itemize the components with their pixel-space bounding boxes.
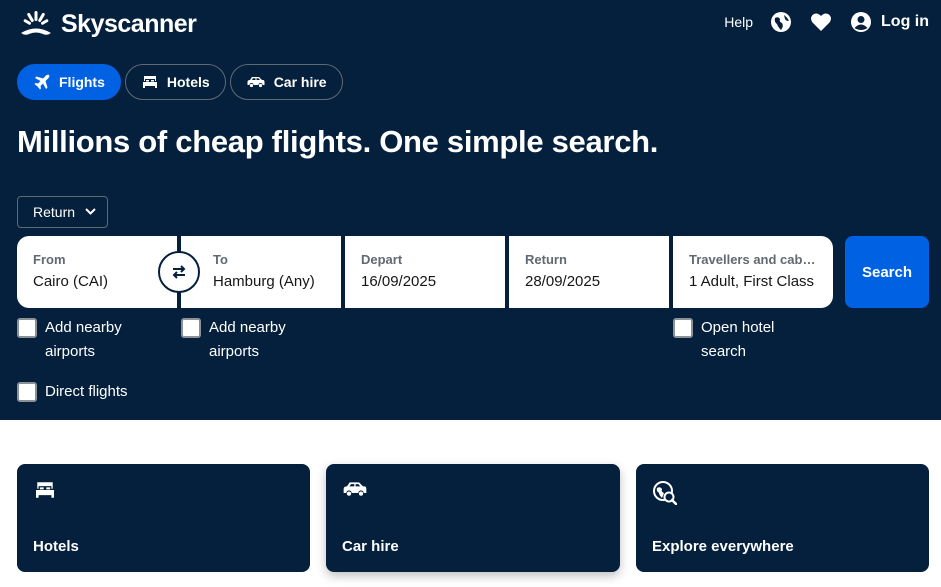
tab-flights-label: Flights xyxy=(59,74,105,90)
nearby-destination-label: Add nearby airports xyxy=(209,319,286,360)
origin-input[interactable]: Cairo (CAI) xyxy=(33,273,161,290)
nearby-destination-checkbox[interactable] xyxy=(181,318,201,338)
hotels-card-label: Hotels xyxy=(33,538,79,555)
product-tabs: Flights Hotels Car hire xyxy=(17,64,347,100)
tab-car-hire-label: Car hire xyxy=(273,74,327,90)
nearby-origin-checkbox-row[interactable]: Add nearby airports xyxy=(17,316,167,364)
travellers-label: Travellers and cabin class xyxy=(689,252,817,267)
destination-input[interactable]: Hamburg (Any) xyxy=(213,273,325,290)
login-label: Log in xyxy=(881,13,929,30)
origin-label: From xyxy=(33,252,66,267)
nearby-origin-label: Add nearby airports xyxy=(45,319,122,360)
search-button[interactable]: Search xyxy=(845,236,929,308)
hotel-search-label: Open hotel search xyxy=(701,319,775,360)
nearby-origin-checkbox[interactable] xyxy=(17,318,37,338)
depart-label: Depart xyxy=(361,252,403,267)
top-navigation: Help Log in xyxy=(724,10,929,34)
trip-type-select[interactable]: Return xyxy=(17,196,108,228)
hero-section: Skyscanner Help Log in Flights Hotels Ca… xyxy=(0,0,941,420)
return-field[interactable]: Return 28/09/2025 xyxy=(509,236,669,308)
account-icon xyxy=(849,10,873,34)
direct-flights-checkbox[interactable] xyxy=(17,382,37,402)
page-headline: Millions of cheap flights. One simple se… xyxy=(17,124,659,159)
destination-field[interactable]: To Hamburg (Any) xyxy=(181,236,341,308)
nearby-destination-checkbox-row[interactable]: Add nearby airports xyxy=(181,316,331,364)
tab-hotels-label: Hotels xyxy=(166,74,210,90)
trip-type-value: Return xyxy=(33,204,76,220)
origin-field[interactable]: From Cairo (CAI) xyxy=(17,236,177,308)
travellers-cabin-select[interactable]: 1 Adult, First Class xyxy=(689,273,817,290)
return-label: Return xyxy=(525,252,567,267)
brand-name: Skyscanner xyxy=(61,10,197,38)
car-icon xyxy=(343,481,367,502)
depart-field[interactable]: Depart 16/09/2025 xyxy=(345,236,505,308)
login-button[interactable]: Log in xyxy=(849,10,929,34)
return-date-input[interactable]: 28/09/2025 xyxy=(525,273,653,290)
depart-date-input[interactable]: 16/09/2025 xyxy=(361,273,489,290)
explore-everywhere-card[interactable]: Explore everywhere xyxy=(636,464,929,572)
tab-flights[interactable]: Flights xyxy=(17,64,121,100)
bed-icon xyxy=(34,481,56,504)
swap-arrows-icon xyxy=(172,265,186,279)
car-hire-card[interactable]: Car hire xyxy=(326,464,620,572)
bed-icon xyxy=(142,76,157,88)
globe-search-icon xyxy=(653,481,678,510)
hotels-card[interactable]: Hotels xyxy=(17,464,310,572)
hotel-search-checkbox[interactable] xyxy=(673,318,693,338)
help-link[interactable]: Help xyxy=(724,14,753,30)
swap-button[interactable] xyxy=(158,251,200,293)
direct-flights-label: Direct flights xyxy=(45,383,128,400)
direct-flights-checkbox-row[interactable]: Direct flights xyxy=(17,380,217,404)
skyscanner-logo[interactable]: Skyscanner xyxy=(17,8,197,39)
travellers-field[interactable]: Travellers and cabin class 1 Adult, Firs… xyxy=(673,236,833,308)
chevron-down-icon xyxy=(85,208,96,215)
sunrise-logo-icon xyxy=(21,10,51,35)
destination-label: To xyxy=(213,252,228,267)
globe-icon[interactable] xyxy=(769,10,793,34)
car-hire-card-label: Car hire xyxy=(342,538,399,555)
car-icon xyxy=(247,77,265,88)
tab-car-hire[interactable]: Car hire xyxy=(229,64,343,100)
explore-everywhere-card-label: Explore everywhere xyxy=(652,538,794,555)
tab-hotels[interactable]: Hotels xyxy=(124,64,226,100)
heart-icon[interactable] xyxy=(809,10,833,34)
plane-icon xyxy=(34,74,50,90)
hotel-search-checkbox-row[interactable]: Open hotel search xyxy=(673,316,823,364)
